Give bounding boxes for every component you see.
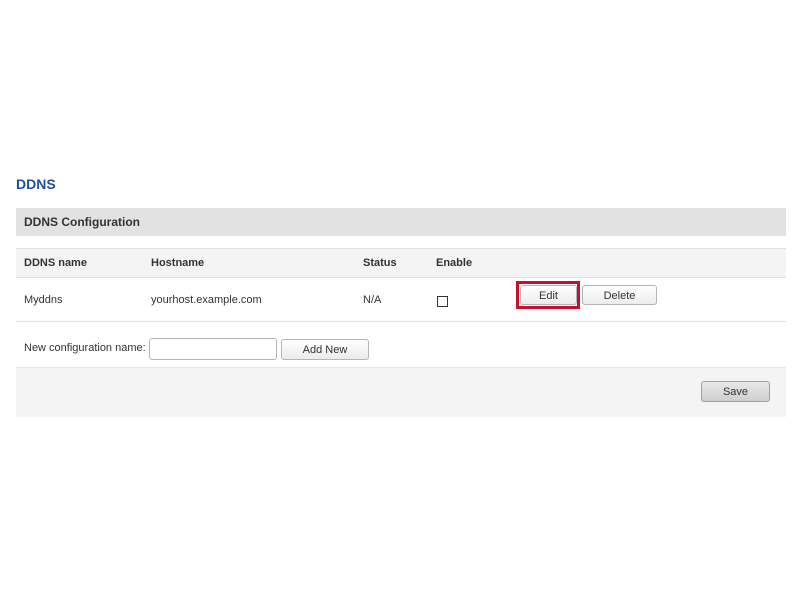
ddns-page: DDNS DDNS Configuration DDNS name Hostna… — [0, 0, 800, 600]
page-title: DDNS — [16, 176, 56, 192]
section-header: DDNS Configuration — [16, 208, 786, 236]
status-cell: N/A — [363, 294, 382, 306]
new-config-label: New configuration name: — [24, 342, 146, 354]
column-header-hostname: Hostname — [151, 257, 205, 269]
add-new-button[interactable]: Add New — [281, 339, 369, 360]
table-header: DDNS name Hostname Status Enable — [16, 248, 786, 278]
column-header-status: Status — [363, 257, 397, 269]
enable-checkbox[interactable] — [437, 296, 448, 307]
edit-button[interactable]: Edit — [520, 285, 577, 305]
column-header-enable: Enable — [436, 257, 473, 269]
ddns-name-cell: Myddns — [24, 294, 63, 306]
save-button[interactable]: Save — [701, 381, 770, 402]
new-config-row: New configuration name: Add New — [16, 323, 786, 367]
delete-button[interactable]: Delete — [582, 285, 657, 305]
new-config-name-input[interactable] — [149, 338, 277, 360]
column-header-ddns-name: DDNS name — [24, 257, 87, 269]
hostname-cell: yourhost.example.com — [151, 294, 262, 306]
table-row: Myddns yourhost.example.com N/A Edit Del… — [16, 279, 786, 322]
footer-bar: Save — [16, 367, 786, 417]
